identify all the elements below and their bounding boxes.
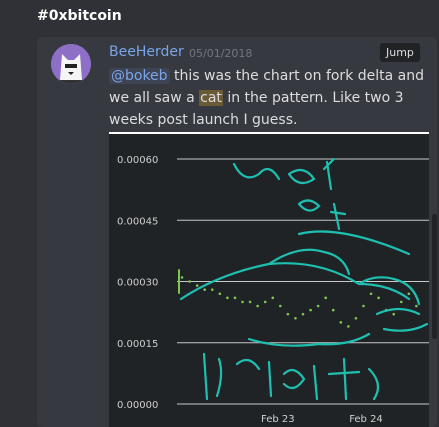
channel-name: #0xbitcoin bbox=[37, 8, 122, 24]
data-point bbox=[324, 296, 327, 300]
doodle-stroke bbox=[267, 248, 351, 276]
doodle-stroke bbox=[235, 358, 306, 398]
user-avatar[interactable] bbox=[51, 44, 91, 84]
data-point bbox=[195, 284, 199, 287]
data-point bbox=[226, 296, 229, 300]
y-tick-label: 0.00015 bbox=[117, 339, 158, 350]
data-point bbox=[399, 300, 403, 304]
data-point bbox=[407, 292, 411, 296]
data-point bbox=[316, 304, 320, 308]
data-point bbox=[331, 308, 335, 312]
message-timestamp: 05/01/2018 bbox=[189, 47, 253, 60]
data-point bbox=[241, 300, 244, 304]
doodle-stroke bbox=[247, 332, 371, 347]
data-point bbox=[233, 296, 237, 300]
doodle-stroke bbox=[297, 199, 347, 231]
data-point bbox=[392, 312, 396, 316]
data-point bbox=[263, 300, 267, 304]
data-point bbox=[188, 280, 191, 283]
y-tick-label: 0.00060 bbox=[117, 155, 158, 166]
data-point bbox=[286, 312, 290, 316]
doodle-stroke bbox=[232, 157, 336, 191]
y-tick-label: 0.00000 bbox=[117, 400, 158, 411]
chart-image-attachment[interactable]: 0.00060 0.00045 0.00030 0.00015 0.00000 Feb 2… bbox=[109, 132, 429, 427]
data-point bbox=[347, 325, 350, 328]
data-point bbox=[248, 300, 252, 304]
doodle-stroke bbox=[202, 352, 223, 401]
doodle-stroke bbox=[375, 307, 429, 332]
data-point bbox=[271, 296, 275, 300]
data-point bbox=[279, 304, 282, 308]
search-result-message[interactable]: BeeHerder 05/01/2018 Jump @bokeb this wa… bbox=[37, 37, 437, 427]
data-point bbox=[354, 316, 358, 320]
data-point bbox=[294, 316, 297, 320]
data-point bbox=[210, 288, 214, 291]
scrollbar-thumb[interactable] bbox=[432, 214, 437, 339]
data-point bbox=[377, 296, 380, 300]
data-point bbox=[218, 292, 222, 296]
data-point bbox=[309, 308, 312, 312]
jump-button[interactable]: Jump bbox=[380, 43, 420, 62]
data-point bbox=[415, 304, 418, 308]
x-tick-label: Feb 23 bbox=[261, 414, 295, 425]
search-highlight: cat bbox=[199, 90, 223, 106]
data-point bbox=[362, 304, 365, 308]
y-tick-label: 0.00030 bbox=[117, 278, 158, 289]
data-point bbox=[339, 321, 343, 324]
data-point bbox=[180, 276, 184, 279]
data-point bbox=[369, 292, 373, 296]
y-tick-label: 0.00045 bbox=[117, 216, 158, 227]
user-mention[interactable]: @bokeb bbox=[109, 68, 170, 84]
data-point bbox=[256, 304, 259, 308]
data-point bbox=[301, 312, 305, 316]
x-tick-label: Feb 24 bbox=[349, 414, 383, 425]
author-name[interactable]: BeeHerder bbox=[109, 44, 184, 60]
price-chart: 0.00060 0.00045 0.00030 0.00015 0.00000 Feb 2… bbox=[117, 155, 429, 425]
data-point bbox=[203, 288, 207, 291]
cat-avatar-icon bbox=[51, 44, 91, 84]
message-content: @bokeb this was the chart on fork delta … bbox=[109, 65, 429, 131]
doodle-stroke bbox=[312, 357, 380, 401]
